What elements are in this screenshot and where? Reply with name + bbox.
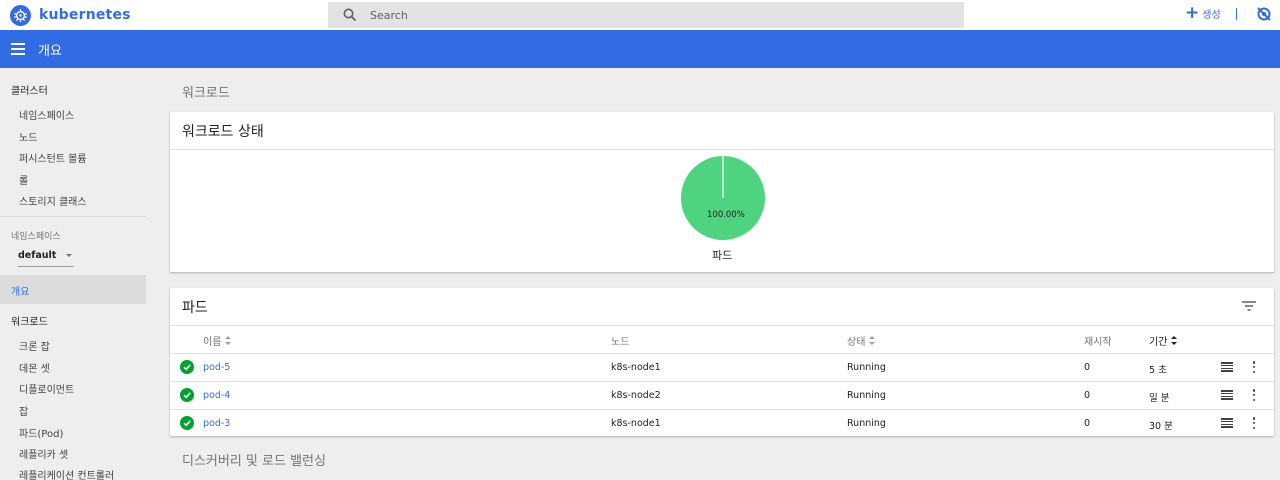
dropdown-caret-icon bbox=[66, 254, 72, 257]
check-circle-icon bbox=[180, 416, 194, 430]
pod-age: 30 분 bbox=[1149, 421, 1173, 432]
kubernetes-logo[interactable]: kubernetes bbox=[10, 4, 131, 26]
sidebar: 클러스터 네임스페이스 노드 퍼시스턴트 볼륨 롤 스토리지 클래스 네임스페이… bbox=[0, 68, 160, 480]
kubernetes-wheel-icon bbox=[10, 4, 31, 26]
sidebar-header-cluster[interactable]: 클러스터 bbox=[11, 82, 48, 97]
pod-restarts: 0 bbox=[1084, 418, 1091, 429]
pod-node: k8s-node2 bbox=[611, 390, 661, 401]
sidebar-item-daemon-sets[interactable]: 데몬 셋 bbox=[19, 360, 50, 375]
card-divider bbox=[170, 149, 1274, 150]
sidebar-item-overview[interactable]: 개요 bbox=[0, 275, 146, 304]
pod-status: Running bbox=[847, 418, 886, 429]
sidebar-item-jobs[interactable]: 잡 bbox=[19, 403, 28, 418]
sidebar-item-storage-classes[interactable]: 스토리지 클래스 bbox=[19, 193, 87, 208]
sort-active-icon bbox=[1171, 336, 1178, 345]
row-divider bbox=[170, 353, 1274, 354]
pod-status: Running bbox=[847, 362, 886, 373]
pod-name-link[interactable]: pod-4 bbox=[203, 390, 230, 401]
pod-status: Running bbox=[847, 390, 886, 401]
sidebar-item-namespaces[interactable]: 네임스페이스 bbox=[19, 107, 74, 122]
logs-icon[interactable] bbox=[1221, 362, 1233, 372]
sidebar-item-persistent-volumes[interactable]: 퍼시스턴트 볼륨 bbox=[19, 150, 87, 165]
sidebar-item-cron-jobs[interactable]: 크론 잡 bbox=[19, 338, 50, 353]
column-header-node-label: 노드 bbox=[611, 337, 630, 348]
app-bar: 개요 bbox=[0, 30, 1280, 68]
sidebar-item-nodes[interactable]: 노드 bbox=[19, 129, 37, 144]
table-row: pod-4 k8s-node2 Running 0 일 분 bbox=[170, 381, 1274, 409]
plus-icon: + bbox=[1185, 3, 1200, 23]
search-bar[interactable] bbox=[328, 2, 964, 28]
pod-age: 5 초 bbox=[1149, 365, 1167, 376]
sidebar-header-workloads[interactable]: 워크로드 bbox=[11, 313, 48, 328]
sidebar-divider bbox=[0, 216, 146, 217]
more-vert-icon[interactable] bbox=[1252, 417, 1256, 429]
workloads-section-title: 워크로드 bbox=[182, 86, 230, 101]
pod-node: k8s-node1 bbox=[611, 418, 661, 429]
logout-icon[interactable] bbox=[1256, 6, 1272, 22]
create-label: 생성 bbox=[1202, 10, 1221, 21]
page-title: 개요 bbox=[38, 43, 62, 59]
column-header-status[interactable]: 상태 bbox=[847, 333, 876, 348]
sidebar-item-deployments[interactable]: 디플로이먼트 bbox=[19, 381, 74, 396]
pie-caption: 파드 bbox=[712, 249, 733, 262]
search-icon bbox=[342, 7, 358, 23]
namespace-label: 네임스페이스 bbox=[11, 232, 61, 242]
pods-pie-chart bbox=[681, 156, 765, 240]
top-bar: kubernetes + 생성 bbox=[0, 0, 1280, 30]
table-row: pod-3 k8s-node1 Running 0 30 분 bbox=[170, 409, 1274, 437]
pod-name-link[interactable]: pod-5 bbox=[203, 362, 230, 373]
column-header-name[interactable]: 이름 bbox=[203, 333, 232, 348]
sort-icon bbox=[869, 336, 876, 345]
table-row: pod-5 k8s-node1 Running 0 5 초 bbox=[170, 353, 1274, 381]
column-header-status-label: 상태 bbox=[847, 337, 866, 348]
column-header-restarts: 재시작 bbox=[1084, 333, 1112, 348]
search-input[interactable] bbox=[370, 8, 930, 22]
pod-restarts: 0 bbox=[1084, 390, 1091, 401]
column-header-age-label: 기간 bbox=[1149, 337, 1168, 348]
row-divider bbox=[170, 409, 1274, 410]
check-circle-icon bbox=[180, 360, 194, 374]
column-header-age[interactable]: 기간 bbox=[1149, 333, 1178, 348]
pie-percent-label: 100.00% bbox=[707, 210, 745, 220]
pods-card-title: 파드 bbox=[182, 300, 208, 316]
column-header-restarts-label: 재시작 bbox=[1084, 337, 1112, 348]
brand-name: kubernetes bbox=[39, 7, 131, 23]
card-divider bbox=[170, 325, 1274, 326]
sidebar-item-replication-controllers[interactable]: 레플리케이션 컨트롤러 bbox=[19, 467, 114, 480]
more-vert-icon[interactable] bbox=[1252, 361, 1256, 373]
workload-status-title: 워크로드 상태 bbox=[182, 124, 264, 140]
sidebar-item-overview-label: 개요 bbox=[11, 287, 30, 298]
create-button[interactable]: + 생성 bbox=[1185, 5, 1221, 22]
column-header-node: 노드 bbox=[611, 333, 629, 348]
sidebar-item-replica-sets[interactable]: 레플리카 셋 bbox=[19, 446, 68, 461]
pod-name-link[interactable]: pod-3 bbox=[203, 418, 230, 429]
column-header-name-label: 이름 bbox=[203, 337, 222, 348]
discovery-section-title: 디스커버리 및 로드 밸런싱 bbox=[182, 454, 326, 469]
pod-node: k8s-node1 bbox=[611, 362, 661, 373]
logs-icon[interactable] bbox=[1221, 390, 1233, 400]
check-circle-icon bbox=[180, 388, 194, 402]
namespace-value: default bbox=[18, 250, 57, 261]
toolbar-divider bbox=[1236, 8, 1237, 20]
hamburger-menu-icon[interactable] bbox=[11, 43, 25, 55]
pod-restarts: 0 bbox=[1084, 362, 1091, 373]
logs-icon[interactable] bbox=[1221, 418, 1233, 428]
pod-age: 일 분 bbox=[1149, 393, 1170, 404]
filter-icon[interactable] bbox=[1242, 300, 1256, 311]
sidebar-item-roles[interactable]: 롤 bbox=[19, 172, 28, 187]
sort-icon bbox=[225, 336, 232, 345]
namespace-select[interactable]: default bbox=[18, 245, 74, 267]
row-divider bbox=[170, 381, 1274, 382]
more-vert-icon[interactable] bbox=[1252, 389, 1256, 401]
sidebar-item-pods[interactable]: 파드(Pod) bbox=[19, 425, 63, 440]
